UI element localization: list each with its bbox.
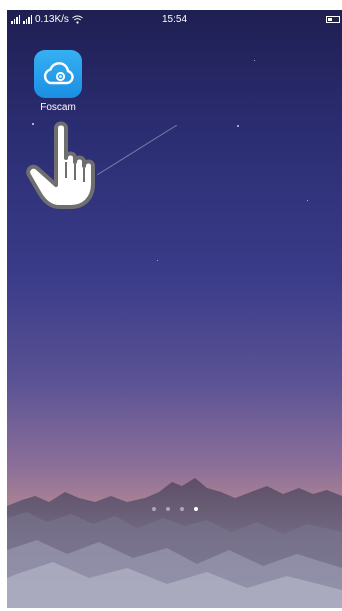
star bbox=[254, 60, 255, 61]
star bbox=[157, 260, 158, 261]
page-indicator[interactable] bbox=[7, 507, 342, 511]
app-foscam[interactable]: Foscam bbox=[34, 50, 82, 113]
shooting-star bbox=[97, 125, 177, 175]
status-time: 15:54 bbox=[161, 14, 188, 25]
page-dot[interactable] bbox=[165, 507, 170, 511]
star bbox=[307, 200, 308, 201]
cloud-camera-icon[interactable] bbox=[34, 50, 82, 98]
home-screen: 0.13K/s 15:54 Foscam bbox=[7, 10, 342, 608]
app-label[interactable]: Foscam bbox=[34, 102, 82, 113]
star bbox=[237, 125, 239, 127]
status-bar: 0.13K/s 15:54 bbox=[7, 10, 342, 30]
page-dot[interactable] bbox=[179, 507, 184, 511]
page-dot-active[interactable] bbox=[193, 507, 198, 511]
battery-icon bbox=[326, 16, 340, 23]
hand-pointer-icon bbox=[26, 121, 95, 209]
mountain-landscape bbox=[7, 478, 342, 608]
page-dot[interactable] bbox=[151, 507, 156, 511]
